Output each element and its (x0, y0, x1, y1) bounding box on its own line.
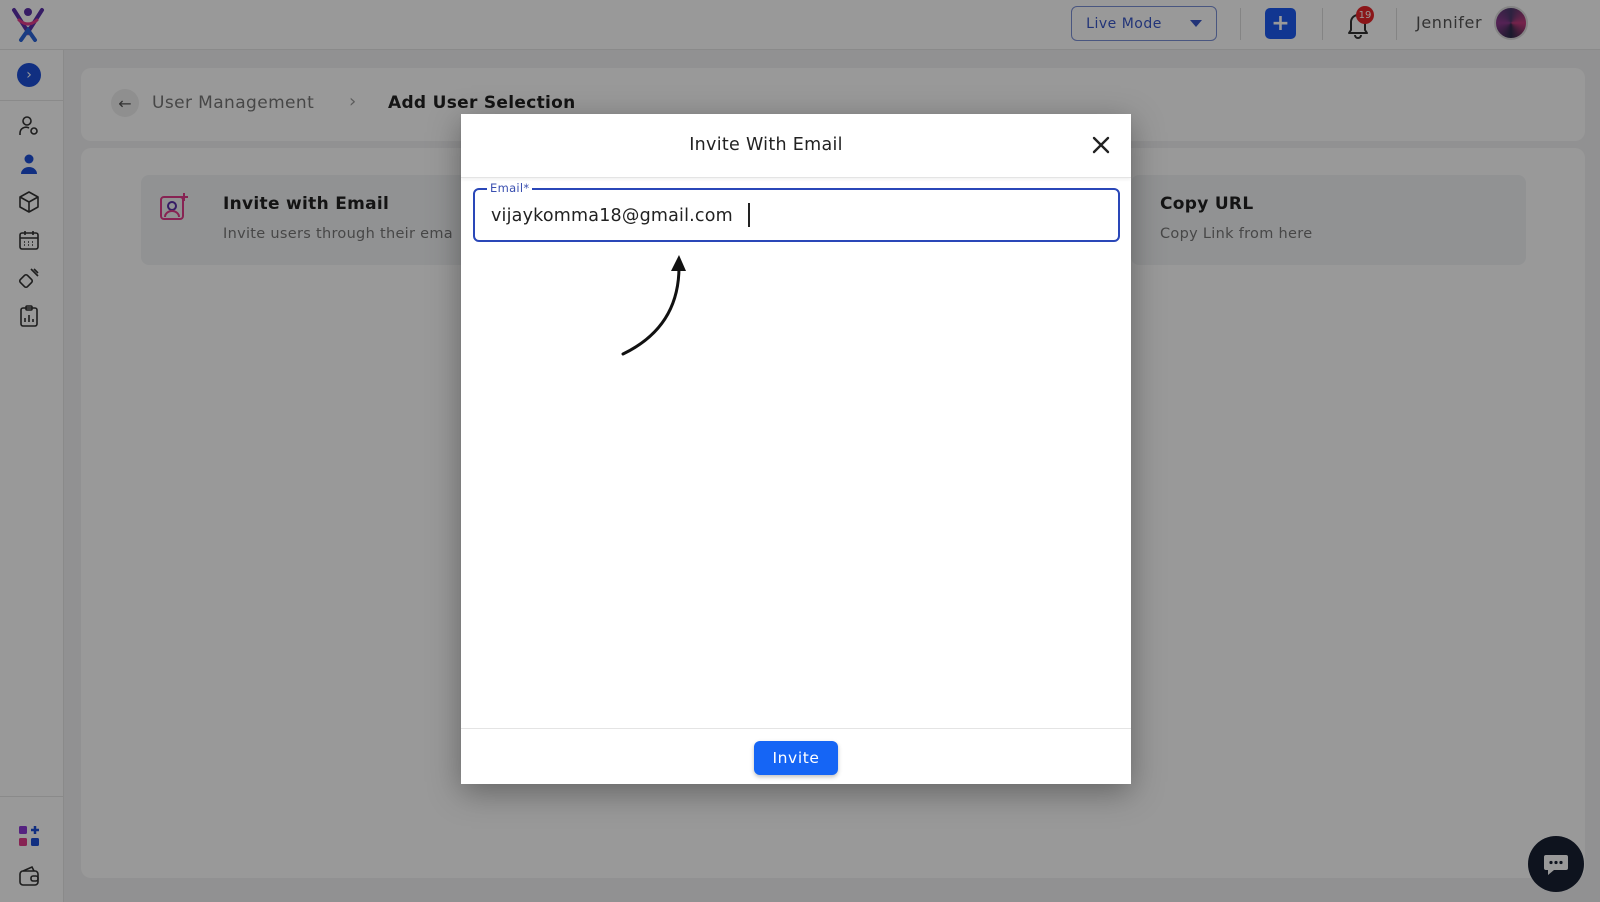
text-cursor (748, 203, 750, 227)
annotation-arrow-icon (621, 255, 686, 356)
dialog-header: Invite With Email (461, 114, 1131, 178)
email-field[interactable]: Email* (473, 181, 1120, 242)
dialog-title: Invite With Email (689, 135, 843, 155)
close-icon (1092, 136, 1110, 154)
email-input[interactable] (491, 203, 1091, 229)
invite-email-dialog: Invite With Email Email* Invite (461, 114, 1131, 784)
invite-button[interactable]: Invite (754, 741, 838, 775)
close-button[interactable] (1088, 132, 1114, 158)
email-field-label: Email* (487, 181, 533, 195)
